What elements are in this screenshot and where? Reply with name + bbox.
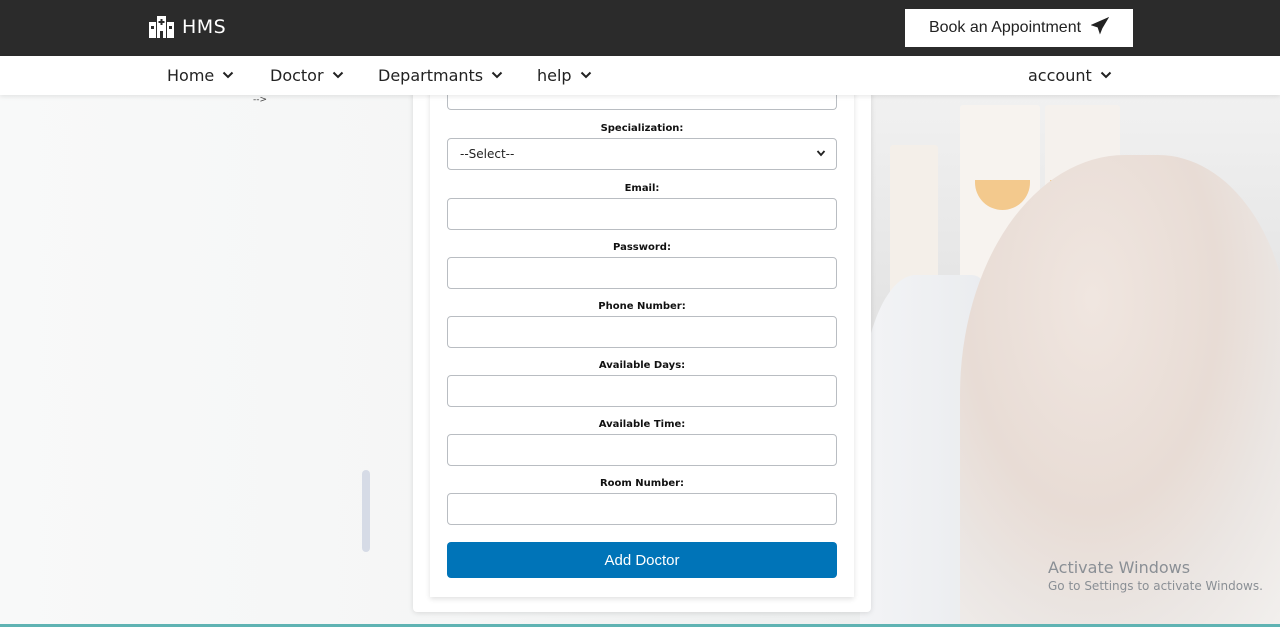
nav-item-doctor[interactable]: Doctor xyxy=(270,66,344,85)
password-label: Password: xyxy=(613,242,671,253)
available-days-field[interactable] xyxy=(447,375,837,407)
specialization-value: --Select-- xyxy=(460,147,515,161)
email-label: Email: xyxy=(624,183,660,194)
brand[interactable]: HMS xyxy=(149,16,226,38)
email-field[interactable] xyxy=(447,198,837,230)
available-days-label: Available Days: xyxy=(598,360,686,371)
nav-item-label: Doctor xyxy=(270,66,324,85)
brand-name: HMS xyxy=(182,16,227,38)
watermark-subtitle: Go to Settings to activate Windows. xyxy=(1048,579,1263,593)
nav-item-help[interactable]: help xyxy=(537,66,592,85)
activate-windows-watermark: Activate Windows Go to Settings to activ… xyxy=(1048,558,1263,593)
chevron-down-icon xyxy=(816,147,826,161)
paper-plane-icon xyxy=(1090,16,1110,40)
book-appointment-button[interactable]: Book an Appointment xyxy=(905,9,1133,47)
stray-text: --> xyxy=(253,95,268,105)
available-time-field[interactable] xyxy=(447,434,837,466)
nav-item-home[interactable]: Home xyxy=(167,66,234,85)
nav-item-label: Home xyxy=(167,66,215,85)
main-nav: Home Doctor Departmants help account xyxy=(0,56,1280,95)
chevron-down-icon xyxy=(580,66,592,85)
book-appointment-label: Book an Appointment xyxy=(928,19,1082,36)
specialization-label: Specialization: xyxy=(600,123,684,134)
chevron-down-icon xyxy=(222,66,234,85)
pen xyxy=(362,470,370,552)
nav-item-label: help xyxy=(537,66,572,85)
hospital-icon xyxy=(149,16,174,38)
nav-item-departments[interactable]: Departmants xyxy=(378,66,503,85)
room-number-label: Room Number: xyxy=(599,478,685,489)
room-number-field[interactable] xyxy=(447,493,837,525)
chevron-down-icon xyxy=(332,66,344,85)
top-bar: HMS Book an Appointment xyxy=(0,0,1280,56)
phone-label: Phone Number: xyxy=(598,301,686,312)
add-doctor-button[interactable]: Add Doctor xyxy=(447,542,837,578)
watermark-title: Activate Windows xyxy=(1048,558,1191,577)
phone-field[interactable] xyxy=(447,316,837,348)
nav-item-label: account xyxy=(1028,66,1092,85)
available-time-label: Available Time: xyxy=(598,419,686,430)
password-field[interactable] xyxy=(447,257,837,289)
specialization-select[interactable]: --Select-- xyxy=(447,138,837,170)
add-doctor-form: Specialization: --Select-- Email: Passwo… xyxy=(430,85,854,597)
nav-item-account[interactable]: account xyxy=(1028,66,1112,85)
pharmacist-figure xyxy=(960,155,1280,625)
form-card: Specialization: --Select-- Email: Passwo… xyxy=(413,85,871,612)
nav-item-label: Departmants xyxy=(378,66,484,85)
chevron-down-icon xyxy=(1100,66,1112,85)
chevron-down-icon xyxy=(491,66,503,85)
